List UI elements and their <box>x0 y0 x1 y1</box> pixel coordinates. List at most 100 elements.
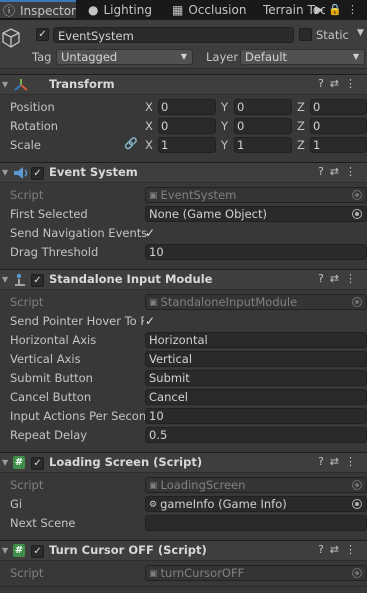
component-tools: ?⇄⋮ <box>318 543 362 556</box>
cancel-button-row: Cancel Button Cancel <box>0 388 367 407</box>
send-pointer-row: Send Pointer Hover To Pa ✓ <box>0 312 367 331</box>
kebab-menu-icon[interactable]: ⋮ <box>345 77 362 90</box>
event-system-component-header[interactable]: ▼ ✓ Event System ?⇄⋮ <box>0 162 367 183</box>
presets-icon[interactable]: ⇄ <box>330 272 345 285</box>
help-icon[interactable]: ? <box>318 165 330 178</box>
rotation-y-field[interactable]: 0 <box>234 118 292 134</box>
vertical-axis-row: Vertical Axis Vertical <box>0 350 367 369</box>
tab-inspector[interactable]: ⓘ Inspector <box>0 0 76 18</box>
y-axis-label[interactable]: Y <box>221 100 228 114</box>
presets-icon[interactable]: ⇄ <box>330 543 345 556</box>
drag-threshold-label: Drag Threshold <box>10 245 99 259</box>
next-scene-field[interactable] <box>145 515 367 531</box>
gameobject-cube-icon <box>2 28 20 48</box>
kebab-menu-icon[interactable]: ⋮ <box>347 3 363 16</box>
help-icon[interactable]: ? <box>318 543 330 556</box>
kebab-menu-icon[interactable]: ⋮ <box>345 543 362 556</box>
rotation-x-field[interactable]: 0 <box>158 118 216 134</box>
scale-y-field[interactable]: 1 <box>234 137 292 153</box>
object-picker-icon[interactable] <box>352 499 362 509</box>
vertical-axis-field[interactable]: Vertical <box>145 351 367 367</box>
horizontal-axis-field[interactable]: Horizontal <box>145 332 367 348</box>
help-icon[interactable]: ? <box>318 272 330 285</box>
object-picker-icon[interactable] <box>352 209 362 219</box>
event-system-enabled-checkbox[interactable]: ✓ <box>31 167 44 180</box>
y-axis-label[interactable]: Y <box>221 138 228 152</box>
tab-occlusion[interactable]: ▦ Occlusion <box>172 0 246 20</box>
send-pointer-checkbox[interactable]: ✓ <box>145 315 155 327</box>
z-axis-label[interactable]: Z <box>297 138 305 152</box>
transform-component-header[interactable]: ▼ Transform ?⇄⋮ <box>0 74 367 95</box>
repeat-delay-field[interactable]: 0.5 <box>145 427 367 443</box>
y-axis-label[interactable]: Y <box>221 119 228 133</box>
scale-x-field[interactable]: 1 <box>158 137 216 153</box>
help-icon[interactable]: ? <box>318 455 330 468</box>
submit-button-field[interactable]: Submit <box>145 370 367 386</box>
kebab-menu-icon[interactable]: ⋮ <box>345 455 362 468</box>
x-axis-label[interactable]: X <box>145 100 153 114</box>
loading-screen-script-field: ▣ LoadingScreen <box>145 477 367 493</box>
first-selected-value: None (Game Object) <box>149 207 267 221</box>
object-picker-icon[interactable] <box>352 568 362 578</box>
position-x-field[interactable]: 0 <box>158 99 216 115</box>
kebab-menu-icon[interactable]: ⋮ <box>345 165 362 178</box>
presets-icon[interactable]: ⇄ <box>330 165 345 178</box>
loading-screen-component-header[interactable]: ▼ # ✓ Loading Screen (Script) ?⇄⋮ <box>0 452 367 473</box>
turn-cursor-component-header[interactable]: ▼ # ✓ Turn Cursor OFF (Script) ?⇄⋮ <box>0 540 367 561</box>
foldout-arrow-icon[interactable]: ▼ <box>2 458 8 467</box>
scale-z-field[interactable]: 1 <box>310 137 367 153</box>
static-dropdown-arrow-icon[interactable]: ▼ <box>357 28 364 38</box>
divider <box>0 586 367 587</box>
x-axis-label[interactable]: X <box>145 138 153 152</box>
lock-icon[interactable]: 🔒 <box>328 3 347 16</box>
foldout-arrow-icon[interactable]: ▼ <box>2 275 8 284</box>
loading-screen-enabled-checkbox[interactable]: ✓ <box>31 457 44 470</box>
send-navigation-row: Send Navigation Events ✓ <box>0 224 367 243</box>
first-selected-field[interactable]: None (Game Object) <box>145 206 367 222</box>
send-navigation-checkbox[interactable]: ✓ <box>145 227 155 239</box>
constrain-proportions-link-icon[interactable]: 🔗 <box>124 137 138 150</box>
position-y-field[interactable]: 0 <box>234 99 292 115</box>
gi-value: gameInfo (Game Info) <box>160 497 287 511</box>
presets-icon[interactable]: ⇄ <box>330 455 345 468</box>
input-actions-label: Input Actions Per Second <box>10 409 154 423</box>
gi-field[interactable]: ⚙ gameInfo (Game Info) <box>145 496 367 512</box>
tab-lighting[interactable]: ● Lighting <box>88 0 152 20</box>
script-value: StandaloneInputModule <box>160 295 298 309</box>
cancel-button-field[interactable]: Cancel <box>145 389 367 405</box>
help-icon[interactable]: ? <box>318 77 330 90</box>
active-checkbox[interactable]: ✓ <box>36 28 49 41</box>
turn-cursor-enabled-checkbox[interactable]: ✓ <box>31 545 44 558</box>
foldout-arrow-icon[interactable]: ▼ <box>2 546 8 555</box>
standalone-input-component-header[interactable]: ▼ ✓ Standalone Input Module ?⇄⋮ <box>0 269 367 290</box>
static-checkbox[interactable] <box>299 28 312 41</box>
component-tools: ?⇄⋮ <box>318 165 362 178</box>
layer-value: Default <box>245 50 288 64</box>
standalone-input-enabled-checkbox[interactable]: ✓ <box>31 274 44 287</box>
x-axis-label[interactable]: X <box>145 119 153 133</box>
transform-row-position: Position X 0 Y 0 Z 0 <box>0 98 367 117</box>
script-label: Script <box>10 188 44 202</box>
foldout-arrow-icon[interactable]: ▼ <box>2 80 8 89</box>
event-system-script-field: ▣ EventSystem <box>145 187 367 203</box>
object-picker-icon[interactable] <box>352 297 362 307</box>
gameobject-name-input[interactable]: EventSystem <box>53 27 294 43</box>
kebab-menu-icon[interactable]: ⋮ <box>345 272 362 285</box>
object-picker-icon[interactable] <box>352 480 362 490</box>
chevron-down-icon: ▼ <box>352 52 359 61</box>
presets-icon[interactable]: ⇄ <box>330 77 345 90</box>
z-axis-label[interactable]: Z <box>297 100 305 114</box>
layer-dropdown[interactable]: Default ▼ <box>240 49 365 65</box>
object-picker-icon[interactable] <box>352 190 362 200</box>
foldout-arrow-icon[interactable]: ▼ <box>2 168 8 177</box>
gameobject-header: ✓ EventSystem Static ▼ Tag Untagged ▼ Lay… <box>0 20 367 69</box>
tag-dropdown[interactable]: Untagged ▼ <box>56 49 193 65</box>
tab-scroll-right-icon[interactable]: ▶ <box>315 3 328 16</box>
position-z-field[interactable]: 0 <box>310 99 367 115</box>
rotation-z-field[interactable]: 0 <box>310 118 367 134</box>
csharp-script-icon: # <box>13 544 25 557</box>
z-axis-label[interactable]: Z <box>297 119 305 133</box>
input-actions-field[interactable]: 10 <box>145 408 367 424</box>
tab-lighting-label: Lighting <box>103 3 152 17</box>
drag-threshold-field[interactable]: 10 <box>145 244 367 260</box>
